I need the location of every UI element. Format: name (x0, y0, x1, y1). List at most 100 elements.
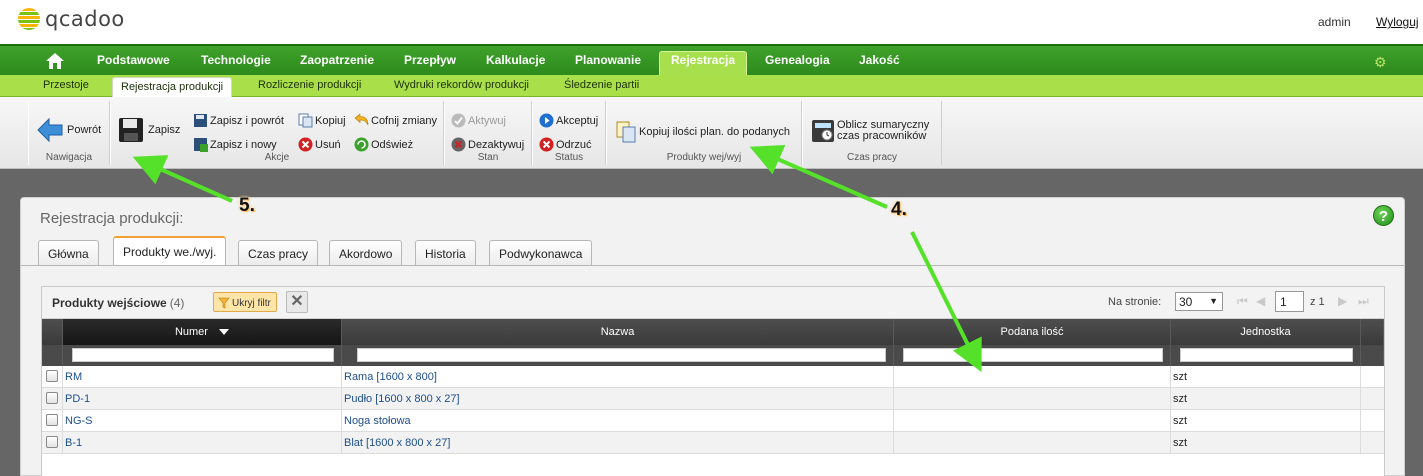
callout-4: 4. (891, 199, 907, 220)
submenu-item-wydruki[interactable]: Wydruki rekordów produkcji (394, 79, 529, 91)
first-page-icon[interactable]: ⏮ (1237, 294, 1251, 308)
cell-name[interactable]: Rama [1600 x 800] (342, 366, 894, 388)
menu-item-planowanie[interactable]: Planowanie (564, 52, 652, 75)
filter-cell-nazwa (342, 345, 894, 366)
menu-item-technologie[interactable]: Technologie (190, 52, 282, 75)
tab-glowna[interactable]: Główna (38, 240, 99, 265)
copy-quantities-label: Kopiuj ilości plan. do podanych (639, 126, 791, 138)
filter-input-nazwa[interactable] (357, 348, 886, 362)
save-new-button[interactable]: Zapisz i nowy (193, 137, 277, 152)
submenu: Przestoje Rejestracja produkcji Rozlicze… (0, 75, 1423, 98)
cell-quantity[interactable] (894, 388, 1171, 410)
cell-number[interactable]: B-1 (63, 432, 342, 454)
table-row[interactable]: PD-1 Pudło [1600 x 800 x 27] szt (42, 388, 1384, 410)
column-header-nazwa[interactable]: Nazwa (342, 319, 894, 345)
row-checkbox[interactable] (46, 392, 58, 404)
logo[interactable]: qcadoo (18, 7, 125, 31)
home-icon[interactable] (45, 52, 65, 70)
cell-name[interactable]: Noga stołowa (342, 410, 894, 432)
table-row[interactable]: B-1 Blat [1600 x 800 x 27] szt (42, 432, 1384, 454)
cell-unit: szt (1171, 366, 1361, 388)
clear-filter-icon[interactable]: ✕ (286, 291, 308, 313)
menu-item-zaopatrzenie[interactable]: Zaopatrzenie (289, 52, 385, 75)
hide-filter-button[interactable]: Ukryj filtr (213, 292, 277, 312)
cell-number[interactable]: RM (63, 366, 342, 388)
cell-quantity[interactable] (894, 410, 1171, 432)
calculate-worktime-button[interactable]: Oblicz sumaryczny czas pracowników (811, 119, 929, 143)
prev-page-icon[interactable]: ◀ (1256, 294, 1270, 308)
column-header-jednostka[interactable]: Jednostka (1171, 319, 1361, 345)
save-back-label: Zapisz i powrót (210, 114, 284, 127)
save-back-button[interactable]: Zapisz i powrót (193, 113, 284, 128)
back-button[interactable]: Powrót (36, 116, 101, 144)
filter-input-podana-ilosc[interactable] (903, 348, 1163, 362)
save-button[interactable]: Zapisz (117, 116, 180, 144)
row-checkbox[interactable] (46, 370, 58, 382)
chevron-down-icon: ▼ (1209, 296, 1218, 306)
column-header-numer[interactable]: Numer (63, 319, 342, 345)
delete-button[interactable]: Usuń (298, 137, 341, 152)
submenu-item-przestoje[interactable]: Przestoje (43, 79, 89, 91)
scroll-column-header (1361, 319, 1384, 345)
filter-input-jednostka[interactable] (1180, 348, 1353, 362)
page-number-input[interactable]: 1 (1275, 291, 1304, 312)
next-page-icon[interactable]: ▶ (1338, 294, 1352, 308)
group-label-nawigacja: Nawigacja (45, 152, 93, 163)
last-page-icon[interactable]: ⏭ (1358, 294, 1372, 308)
row-select-cell (42, 366, 63, 388)
group-label-produkty: Produkty wej/wyj (666, 152, 742, 163)
menu-item-rejestracja[interactable]: Rejestracja (659, 51, 748, 77)
tab-historia[interactable]: Historia (415, 240, 476, 265)
submenu-item-sledzenie-partii[interactable]: Śledzenie partii (564, 79, 639, 91)
copy-quantities-button[interactable]: Kopiuj ilości plan. do podanych (615, 121, 790, 143)
activate-button[interactable]: Aktywuj (451, 113, 506, 128)
column-header-podana-ilosc[interactable]: Podana ilość (894, 319, 1171, 345)
tab-produkty[interactable]: Produkty we./wyj. (113, 236, 227, 266)
per-page-select[interactable]: 30 ▼ (1175, 292, 1223, 311)
cell-number[interactable]: NG-S (63, 410, 342, 432)
row-select-cell (42, 410, 63, 432)
cell-name[interactable]: Pudło [1600 x 800 x 27] (342, 388, 894, 410)
filter-input-numer[interactable] (72, 348, 334, 362)
cell-unit: szt (1171, 388, 1361, 410)
undo-button[interactable]: Cofnij zmiany (354, 113, 437, 128)
submenu-item-rozliczenie-produkcji[interactable]: Rozliczenie produkcji (258, 79, 361, 91)
copy-quantities-icon (616, 121, 636, 143)
cell-number[interactable]: PD-1 (63, 388, 342, 410)
deactivate-button[interactable]: Dezaktywuj (451, 137, 524, 152)
floppy-icon (119, 118, 143, 142)
table-row[interactable]: NG-S Noga stołowa szt (42, 410, 1384, 432)
activate-icon (451, 113, 466, 128)
column-header-numer-label: Numer (174, 326, 208, 338)
row-checkbox[interactable] (46, 414, 58, 426)
menu-item-przeplyw[interactable]: Przepływ (393, 52, 467, 75)
cell-name[interactable]: Blat [1600 x 800 x 27] (342, 432, 894, 454)
deactivate-label: Dezaktywuj (468, 138, 525, 151)
menu-item-kalkulacje[interactable]: Kalkulacje (475, 52, 556, 75)
gear-icon[interactable]: ⚙ (1374, 54, 1392, 70)
products-grid: Produkty wejściowe (4) Ukryj filtr ✕ Na s… (41, 286, 1385, 476)
filter-cell-scroll (1361, 345, 1384, 366)
tab-czas-pracy[interactable]: Czas pracy (238, 240, 319, 265)
table-row[interactable]: RM Rama [1600 x 800] szt (42, 366, 1384, 388)
row-select-cell (42, 388, 63, 410)
tab-akordowo[interactable]: Akordowo (329, 240, 403, 265)
cell-quantity[interactable] (894, 432, 1171, 454)
copy-button[interactable]: Kopiuj (298, 113, 346, 128)
menu-item-jakosc[interactable]: Jakość (848, 52, 911, 75)
deactivate-icon (451, 137, 466, 152)
reject-label: Odrzuć (556, 138, 592, 151)
select-column-header (42, 319, 63, 345)
menu-item-genealogia[interactable]: Genealogia (754, 52, 841, 75)
help-icon[interactable]: ? (1373, 205, 1394, 226)
menu-item-podstawowe[interactable]: Podstawowe (86, 52, 181, 75)
accept-button[interactable]: Akceptuj (539, 113, 598, 128)
row-checkbox[interactable] (46, 436, 58, 448)
logout-link[interactable]: Wyloguj (1376, 15, 1419, 29)
refresh-button[interactable]: Odśwież (354, 137, 413, 152)
submenu-item-rejestracja-produkcji[interactable]: Rejestracja produkcji (112, 77, 233, 98)
tab-podwykonawca[interactable]: Podwykonawca (489, 240, 593, 265)
reject-button[interactable]: Odrzuć (539, 137, 591, 152)
cell-quantity[interactable] (894, 366, 1171, 388)
refresh-icon (354, 137, 369, 152)
